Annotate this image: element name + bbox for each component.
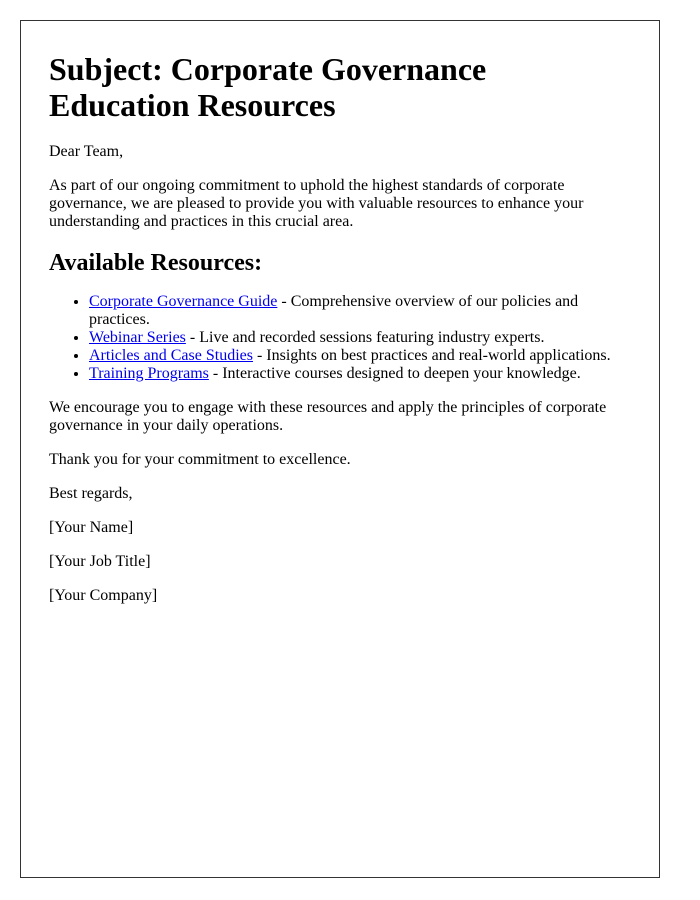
list-item: Corporate Governance Guide - Comprehensi… xyxy=(89,293,631,329)
resources-heading: Available Resources: xyxy=(49,250,263,276)
signature-company: [Your Company] xyxy=(49,587,158,604)
list-item: Articles and Case Studies - Insights on … xyxy=(89,347,631,365)
resource-link-training-programs[interactable]: Training Programs xyxy=(89,365,209,382)
encourage-paragraph: We encourage you to engage with these re… xyxy=(49,399,607,434)
signature-job-title: [Your Job Title] xyxy=(49,553,151,570)
resource-link-articles-case-studies[interactable]: Articles and Case Studies xyxy=(89,347,253,364)
resource-description: - Live and recorded sessions featuring i… xyxy=(185,329,545,346)
resource-link-governance-guide[interactable]: Corporate Governance Guide xyxy=(89,293,277,310)
letter-container: Subject: Corporate Governance Education … xyxy=(20,20,660,878)
subject-heading: Subject: Corporate Governance Education … xyxy=(49,51,487,123)
resource-link-webinar-series[interactable]: Webinar Series xyxy=(89,329,186,346)
greeting: Dear Team, xyxy=(49,143,124,160)
closing: Best regards, xyxy=(49,485,133,502)
list-item: Training Programs - Interactive courses … xyxy=(89,365,631,383)
signature-name: [Your Name] xyxy=(49,519,134,536)
intro-paragraph: As part of our ongoing commitment to uph… xyxy=(49,177,584,230)
resource-description: - Interactive courses designed to deepen… xyxy=(208,365,581,382)
resources-list: Corporate Governance Guide - Comprehensi… xyxy=(49,293,631,383)
resource-description: - Insights on best practices and real-wo… xyxy=(252,347,611,364)
list-item: Webinar Series - Live and recorded sessi… xyxy=(89,329,631,347)
thanks-paragraph: Thank you for your commitment to excelle… xyxy=(49,451,351,468)
